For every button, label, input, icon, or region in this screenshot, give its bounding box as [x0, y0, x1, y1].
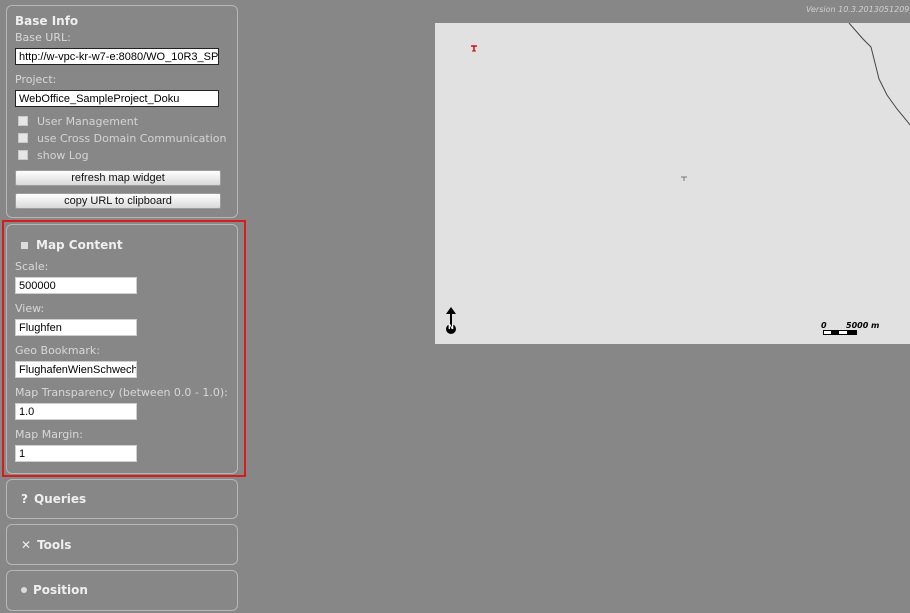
north-arrow-icon: N — [445, 307, 457, 335]
selection-highlight — [2, 220, 246, 477]
base-url-input[interactable]: http://w-vpc-kr-w7-e:8080/WO_10R3_SP3/ — [15, 48, 219, 65]
position-panel[interactable]: Position — [6, 570, 238, 611]
checkbox-label: User Management — [37, 115, 139, 128]
refresh-map-widget-button[interactable]: refresh map widget — [15, 170, 221, 186]
scale-bar-end: 5000 m — [846, 321, 880, 330]
checkbox-box[interactable] — [18, 150, 28, 160]
queries-title: Queries — [33, 492, 87, 506]
position-title: Position — [33, 583, 88, 597]
tools-icon: ✕ — [21, 538, 32, 552]
scale-bar: 0 5000 m — [821, 321, 881, 337]
checkbox-show-log[interactable]: show Log — [18, 149, 89, 162]
panel-title-tools[interactable]: ✕ Tools — [21, 538, 71, 552]
position-dot-icon — [21, 587, 27, 593]
checkbox-label: show Log — [37, 149, 89, 162]
tools-title: Tools — [37, 538, 72, 552]
version-label: Version 10.3.2013051209 — [806, 5, 910, 14]
panel-title-queries[interactable]: ? Queries — [21, 492, 86, 506]
base-url-label: Base URL: — [15, 31, 71, 44]
panel-title-position[interactable]: Position — [21, 583, 88, 597]
north-label: N — [448, 323, 454, 331]
scale-bar-start: 0 — [821, 321, 827, 330]
checkbox-box[interactable] — [18, 133, 28, 143]
checkbox-label: use Cross Domain Communication — [37, 132, 227, 145]
project-input[interactable]: WebOffice_SampleProject_Doku — [15, 90, 219, 107]
center-marker-icon — [681, 176, 687, 181]
checkbox-box[interactable] — [18, 116, 28, 126]
tools-panel[interactable]: ✕ Tools — [6, 524, 238, 565]
checkbox-cross-domain[interactable]: use Cross Domain Communication — [18, 132, 227, 145]
panel-title-base-info: Base Info — [15, 14, 79, 28]
map-canvas[interactable] — [435, 23, 910, 344]
base-info-panel: Base Info Base URL: http://w-vpc-kr-w7-e… — [6, 5, 238, 218]
copy-url-button[interactable]: copy URL to clipboard — [15, 193, 221, 209]
question-icon: ? — [21, 492, 28, 506]
checkbox-user-management[interactable]: User Management — [18, 115, 138, 128]
boundary-line — [848, 23, 910, 126]
airport-marker-icon — [471, 45, 477, 52]
project-label: Project: — [15, 73, 57, 86]
map-widget[interactable]: N 0 5000 m — [435, 23, 910, 344]
queries-panel[interactable]: ? Queries — [6, 479, 238, 519]
